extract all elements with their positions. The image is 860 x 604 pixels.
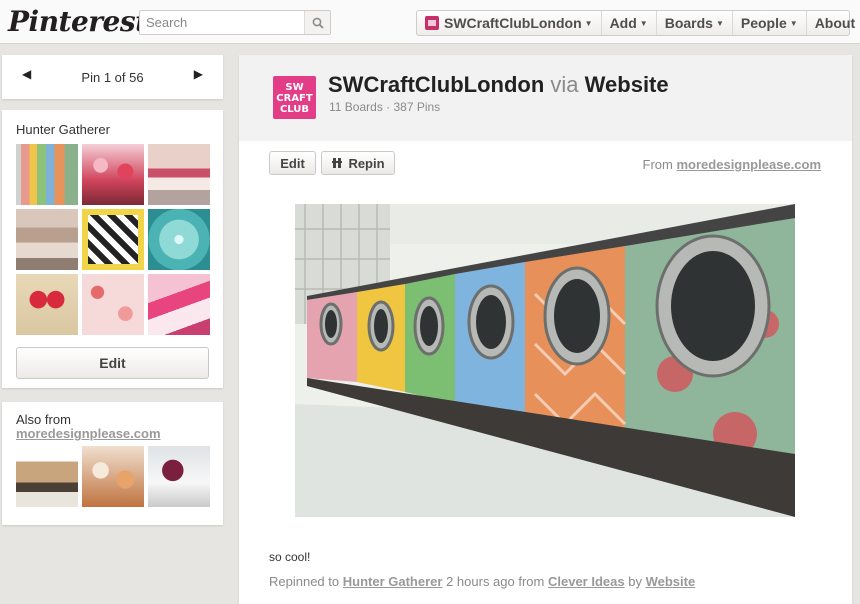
also-from-source-link[interactable]: moredesignplease.com [16, 426, 161, 441]
chevron-down-icon: ▼ [639, 18, 648, 28]
chevron-down-icon: ▼ [715, 18, 724, 28]
by-source-link[interactable]: Website [646, 574, 696, 589]
from-board-link[interactable]: Clever Ideas [548, 574, 625, 589]
search-box [139, 10, 331, 35]
pin-owner-header: SW CRAFT CLUB SWCraftClubLondon via Webs… [239, 55, 852, 141]
repin-icon [332, 158, 343, 168]
nav-people-label: People [740, 15, 787, 31]
board-thumb-sewing-machine[interactable] [16, 209, 78, 270]
also-thumb-ice-cream-cones[interactable] [82, 446, 144, 507]
board-thumb-chevron-pillow[interactable] [82, 209, 144, 270]
nav-boards-label: Boards [664, 15, 713, 31]
board-thumb-blue-dahlia[interactable] [148, 209, 210, 270]
board-panel: Hunter Gatherer Edit [2, 110, 223, 388]
owner-name[interactable]: SWCraftClubLondon [328, 72, 544, 97]
repinned-to-text: Repinned to [269, 574, 340, 589]
nav-about[interactable]: About▼ [807, 11, 860, 35]
board-thumb-cake-table[interactable] [148, 144, 210, 205]
time-text: 2 hours ago from [446, 574, 545, 589]
board-link[interactable]: Hunter Gatherer [343, 574, 443, 589]
owner-stats: 11 Boards · 387 Pins [329, 100, 441, 114]
search-button[interactable] [304, 11, 330, 34]
main-nav: SWCraftClubLondon ▼ Add ▼ Boards ▼ People ▼… [416, 10, 860, 36]
edit-board-button[interactable]: Edit [16, 347, 209, 379]
pin-pager: ◀ Pin 1 of 56 ▶ [2, 55, 223, 99]
nav-about-label: About [814, 15, 856, 31]
from-label: From [642, 157, 673, 172]
also-thumb-berry-tart[interactable] [148, 446, 210, 507]
via-text: via [550, 72, 579, 97]
chevron-down-icon: ▼ [789, 18, 798, 28]
also-from-thumbnails [16, 446, 210, 507]
pinterest-logo[interactable]: Pinterest [8, 5, 148, 38]
nav-boards[interactable]: Boards ▼ [657, 11, 733, 35]
edit-pin-button[interactable]: Edit [269, 151, 316, 175]
board-thumb-pink-craft-supplies[interactable] [148, 274, 210, 335]
board-title[interactable]: Hunter Gatherer [16, 122, 110, 137]
pin-description: so cool! [269, 550, 311, 564]
top-bar: Pinterest SWCraftClubLondon ▼ Add▼ Board… [0, 0, 860, 44]
pin-meta: Repinned to Hunter Gatherer 2 hours ago … [269, 574, 695, 589]
board-thumb-red-heart[interactable] [16, 274, 78, 335]
user-avatar-icon [425, 16, 439, 30]
nav-people[interactable]: People ▼ [733, 11, 807, 35]
source-name[interactable]: Website [585, 72, 669, 97]
search-icon [312, 17, 324, 29]
owner-line: SWCraftClubLondon via Website [328, 72, 669, 98]
board-thumb-pink-bunting[interactable] [82, 144, 144, 205]
nav-add-label: Add [609, 15, 637, 31]
pin-detail: SW CRAFT CLUB SWCraftClubLondon via Webs… [239, 55, 852, 604]
avatar-line-2: CRAFT [276, 93, 313, 104]
repin-button[interactable]: Repin [321, 151, 395, 175]
also-from-panel: Also from moredesignplease.com [2, 402, 223, 525]
owner-avatar[interactable]: SW CRAFT CLUB [273, 76, 316, 119]
search-input[interactable] [140, 11, 304, 34]
repin-label: Repin [348, 155, 385, 171]
avatar-line-1: SW [285, 82, 304, 93]
from-source: From moredesignplease.com [643, 157, 821, 172]
from-domain-link[interactable]: moredesignplease.com [677, 157, 822, 172]
pager-label: Pin 1 of 56 [81, 70, 144, 85]
board-thumbnails [16, 144, 210, 335]
avatar-line-3: CLUB [279, 104, 310, 115]
by-text: by [628, 574, 642, 589]
also-from-title: Also from [16, 412, 71, 427]
nav-user-label: SWCraftClubLondon [444, 15, 582, 31]
also-thumb-paper-houses[interactable] [16, 446, 78, 507]
nav-user-menu[interactable]: SWCraftClubLondon ▼ [417, 11, 602, 35]
board-thumb-floral-fabric[interactable] [82, 274, 144, 335]
pin-image[interactable] [295, 204, 795, 517]
washing-machines-photo [295, 204, 795, 517]
next-pin-arrow-icon[interactable]: ▶ [194, 67, 203, 81]
nav-add[interactable]: Add ▼ [602, 11, 657, 35]
board-thumb-washing-machines[interactable] [16, 144, 78, 205]
chevron-down-icon: ▼ [584, 18, 593, 28]
